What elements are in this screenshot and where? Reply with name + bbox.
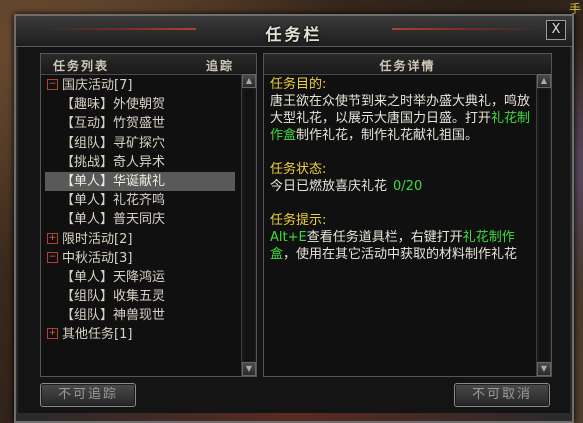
- quest-category[interactable]: − 国庆活动[7]: [45, 76, 235, 95]
- status-text: 今日已燃放喜庆礼花: [270, 179, 388, 194]
- quest-label: 【趣味】外使朝贺: [61, 97, 166, 113]
- quest-list-header: 任务列表 追踪: [41, 54, 256, 75]
- quest-label: 【单人】天降鸿运: [61, 269, 166, 285]
- quest-item[interactable]: 【趣味】外使朝贺: [45, 95, 235, 114]
- quest-label: 【单人】普天同庆: [61, 212, 166, 228]
- quest-label: 【组队】寻矿探穴: [61, 135, 166, 151]
- window-title: 任务栏: [265, 25, 323, 44]
- status-heading: 任务状态:: [270, 162, 327, 177]
- quest-list-panel: 任务列表 追踪 − 国庆活动[7] 【趣味】外使朝贺 【互动】竹贺盛世 【组队】寻矿探穴…: [40, 53, 257, 377]
- quest-label: 【挑战】奇人异术: [61, 154, 166, 170]
- quest-detail-header: 任务详情: [264, 54, 551, 75]
- goal-text-part-2: 制作礼花，制作礼花献礼祖国。: [296, 128, 479, 143]
- quest-item[interactable]: 【互动】竹贺盛世: [45, 114, 235, 133]
- detail-scrollbar[interactable]: ▲ ▼: [536, 74, 551, 376]
- quest-detail-panel: 任务详情 任务目的: 唐王欲在众使节到来之时举办盛大典礼，鸣放大型礼花，以展示大…: [263, 53, 552, 377]
- hint-text-part-2: ，使用在其它活动中获取的材料制作礼花: [283, 247, 518, 262]
- goal-text: 唐王欲在众使节到来之时举办盛大典礼，鸣放大型礼花，以展示大唐国力日盛。打开礼花制…: [270, 93, 534, 144]
- scroll-down-icon[interactable]: ▼: [242, 362, 256, 376]
- quest-tree: − 国庆活动[7] 【趣味】外使朝贺 【互动】竹贺盛世 【组队】寻矿探穴 【挑战】奇人异术…: [45, 76, 235, 345]
- quest-category[interactable]: − 中秋活动[3]: [45, 249, 235, 268]
- quest-category[interactable]: + 其他任务[1]: [45, 325, 235, 344]
- goal-heading: 任务目的:: [270, 77, 327, 92]
- quest-item[interactable]: 【单人】天降鸿运: [45, 268, 235, 287]
- quest-item[interactable]: 【单人】礼花齐鸣: [45, 191, 235, 210]
- quest-detail-body: 任务目的: 唐王欲在众使节到来之时举办盛大典礼，鸣放大型礼花，以展示大唐国力日盛…: [270, 76, 534, 263]
- quest-label: 【组队】神兽现世: [61, 308, 166, 324]
- hint-heading: 任务提示:: [270, 213, 327, 228]
- quest-label: 【组队】收集五灵: [61, 289, 166, 305]
- quest-item[interactable]: 【组队】寻矿探穴: [45, 134, 235, 153]
- quest-label: 中秋活动[3]: [62, 250, 133, 266]
- scroll-track[interactable]: [244, 89, 254, 361]
- hint-hotkey: Alt+E: [270, 230, 307, 245]
- collapse-icon[interactable]: −: [47, 79, 58, 90]
- quest-label: 国庆活动[7]: [62, 78, 133, 93]
- hint-text-part-1: 查看任务道具栏，右键打开: [306, 230, 463, 245]
- quest-label: 【互动】竹贺盛世: [61, 116, 166, 132]
- status-progress: 0/20: [393, 179, 423, 194]
- quest-item[interactable]: 【挑战】奇人异术: [45, 153, 235, 172]
- window-bottom-border: [16, 413, 572, 421]
- quest-item[interactable]: 【组队】收集五灵: [45, 287, 235, 306]
- collapse-icon[interactable]: −: [47, 251, 58, 263]
- quest-window: 任务栏 X 任务列表 追踪 − 国庆活动[7] 【趣味】外使朝贺 【互动】竹贺盛世 【组…: [14, 14, 574, 423]
- uncancelable-button[interactable]: 不可取消: [454, 383, 550, 407]
- quest-label: 限时活动[2]: [62, 231, 133, 247]
- status-line: 今日已燃放喜庆礼花 0/20: [270, 178, 534, 195]
- quest-list-title: 任务列表: [53, 59, 110, 73]
- close-button[interactable]: X: [546, 20, 566, 40]
- track-column-title: 追踪: [205, 59, 234, 73]
- untrackable-button[interactable]: 不可追踪: [40, 383, 136, 407]
- expand-icon[interactable]: +: [47, 328, 58, 340]
- scroll-track[interactable]: [539, 89, 549, 361]
- quest-item[interactable]: 【单人】华诞献礼: [45, 171, 235, 192]
- hint-text: Alt+E查看任务道具栏，右键打开礼花制作盒，使用在其它活动中获取的材料制作礼花: [270, 229, 534, 263]
- expand-icon[interactable]: +: [47, 232, 58, 244]
- quest-label: 【单人】华诞献礼: [61, 173, 166, 189]
- quest-list-scrollbar[interactable]: ▲ ▼: [241, 74, 256, 376]
- quest-item[interactable]: 【组队】神兽现世: [45, 306, 235, 325]
- quest-detail-title: 任务详情: [379, 59, 436, 73]
- scroll-up-icon[interactable]: ▲: [242, 74, 256, 88]
- scroll-down-icon[interactable]: ▼: [537, 362, 551, 376]
- quest-item[interactable]: 【单人】普天同庆: [45, 210, 235, 229]
- quest-label: 其他任务[1]: [62, 327, 133, 343]
- quest-category[interactable]: + 限时活动[2]: [45, 230, 235, 249]
- title-bar[interactable]: 任务栏 X: [16, 16, 572, 47]
- quest-label: 【单人】礼花齐鸣: [61, 193, 166, 209]
- scroll-up-icon[interactable]: ▲: [537, 74, 551, 88]
